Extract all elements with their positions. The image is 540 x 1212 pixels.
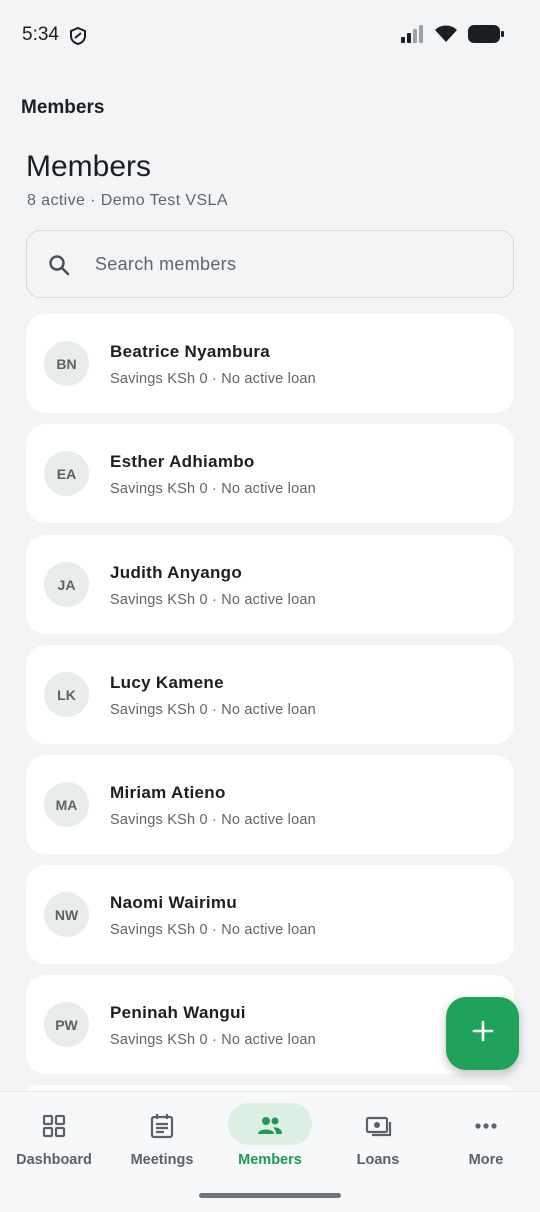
avatar: MA <box>44 782 89 827</box>
search-box[interactable] <box>26 230 514 298</box>
member-name: Esther Adhiambo <box>110 452 255 471</box>
nav-item-meetings[interactable]: Meetings <box>108 1092 216 1182</box>
member-name: Beatrice Nyambura <box>110 342 271 361</box>
search-input[interactable] <box>95 249 495 279</box>
signal-icon <box>400 25 424 48</box>
plus-icon <box>471 1019 495 1048</box>
member-name: Miriam Atieno <box>110 783 226 802</box>
member-meta: Savings KSh 0 · No active loan <box>110 371 316 387</box>
nav-label: Members <box>238 1152 302 1168</box>
search-icon <box>47 253 71 282</box>
member-name: Peninah Wangui <box>110 1003 246 1022</box>
avatar: NW <box>44 892 89 937</box>
avatar: EA <box>44 451 89 496</box>
nav-label: Dashboard <box>16 1152 92 1168</box>
member-meta: Savings KSh 0 · No active loan <box>110 922 316 938</box>
home-indicator[interactable] <box>199 1193 341 1198</box>
nav-item-more[interactable]: More <box>432 1092 540 1182</box>
more-icon <box>472 1112 500 1145</box>
member-card[interactable]: LK Lucy Kamene Savings KSh 0 · No active… <box>26 645 514 744</box>
nav-label: Meetings <box>130 1152 194 1168</box>
wifi-icon <box>434 25 458 48</box>
member-card[interactable]: MA Miriam Atieno Savings KSh 0 · No acti… <box>26 755 514 854</box>
calendar-icon <box>148 1112 176 1145</box>
battery-icon <box>468 25 504 48</box>
member-meta: Savings KSh 0 · No active loan <box>110 1032 316 1048</box>
avatar: LK <box>44 672 89 717</box>
money-icon <box>364 1112 392 1145</box>
member-name: Naomi Wairimu <box>110 893 238 912</box>
status-time: 5:34 <box>22 24 59 45</box>
page-title: Members <box>26 150 152 183</box>
shield-icon <box>68 26 88 51</box>
member-card[interactable]: JA Judith Anyango Savings KSh 0 · No act… <box>26 535 514 634</box>
status-bar: 5:34 <box>0 0 540 72</box>
member-name: Judith Anyango <box>110 563 243 582</box>
nav-item-loans[interactable]: Loans <box>324 1092 432 1182</box>
nav-label: Loans <box>356 1152 400 1168</box>
nav-label: More <box>468 1152 504 1168</box>
avatar: PW <box>44 1002 89 1047</box>
nav-item-members[interactable]: Members <box>216 1092 324 1182</box>
member-card[interactable]: EA Esther Adhiambo Savings KSh 0 · No ac… <box>26 424 514 523</box>
avatar: JA <box>44 562 89 607</box>
member-card[interactable]: PW Peninah Wangui Savings KSh 0 · No act… <box>26 975 514 1074</box>
member-card[interactable]: NW Naomi Wairimu Savings KSh 0 · No acti… <box>26 865 514 964</box>
nav-item-dashboard[interactable]: Dashboard <box>0 1092 108 1182</box>
member-meta: Savings KSh 0 · No active loan <box>110 592 316 608</box>
member-name: Lucy Kamene <box>110 673 224 692</box>
member-meta: Savings KSh 0 · No active loan <box>110 812 316 828</box>
page-subtitle: 8 active · Demo Test VSLA <box>27 192 228 209</box>
app-bar-title: Members <box>21 97 105 118</box>
people-icon <box>256 1112 284 1145</box>
member-meta: Savings KSh 0 · No active loan <box>110 702 316 718</box>
member-card[interactable]: BN Beatrice Nyambura Savings KSh 0 · No … <box>26 314 514 413</box>
add-member-button[interactable] <box>446 997 519 1070</box>
member-meta: Savings KSh 0 · No active loan <box>110 481 316 497</box>
dashboard-icon <box>40 1112 68 1145</box>
avatar: BN <box>44 341 89 386</box>
